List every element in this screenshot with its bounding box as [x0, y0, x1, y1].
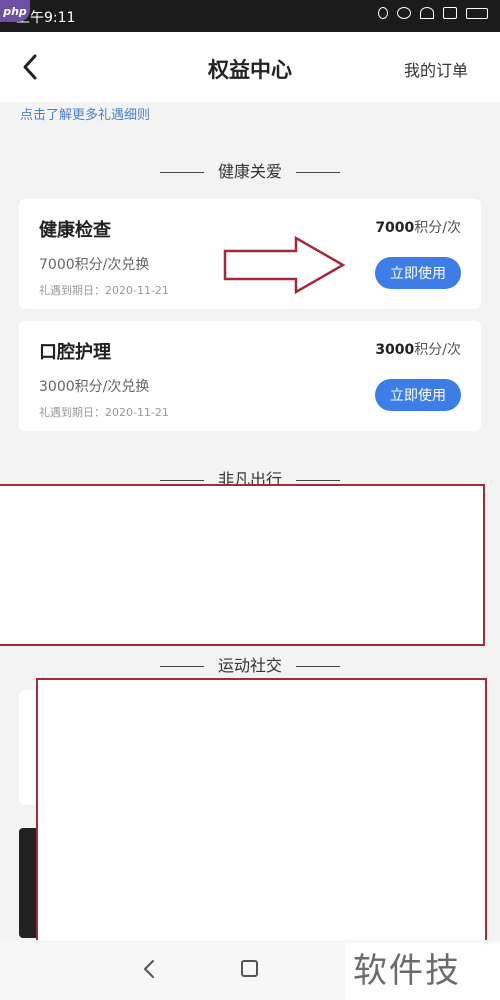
bluetooth-icon: [378, 7, 388, 19]
rules-link[interactable]: 点击了解更多礼遇细则: [20, 104, 150, 123]
status-icons: [378, 7, 488, 19]
card-points-unit: 积分/次: [414, 220, 461, 236]
section-title-sports: 运动社交: [0, 652, 500, 676]
card-points-unit: 积分/次: [414, 342, 461, 358]
card-points: 7000积分/次: [375, 217, 461, 237]
nav-back-icon[interactable]: [140, 958, 160, 980]
php-logo: php: [0, 0, 30, 22]
annotation-arrow-icon: [223, 235, 346, 295]
alarm-icon: [397, 7, 411, 19]
use-now-button[interactable]: 立即使用: [375, 379, 461, 411]
watermark-text: 软件技巧: [345, 943, 500, 1000]
redaction-box: [0, 484, 485, 646]
wifi-icon: [420, 7, 434, 19]
use-now-button[interactable]: 立即使用: [375, 257, 461, 289]
section-title-health: 健康关爱: [0, 158, 500, 182]
status-bar: 上午9:11: [0, 0, 500, 32]
card-expire-date: 礼遇到期日：2020-11-21: [39, 406, 169, 419]
my-orders-link[interactable]: 我的订单: [404, 57, 468, 81]
card-points-number: 3000: [375, 342, 415, 358]
card-name: 口腔护理: [39, 342, 111, 363]
card-points: 3000积分/次: [375, 339, 461, 359]
card-name: 健康检查: [39, 220, 111, 241]
benefit-card: 口腔护理 3000积分/次 3000积分/次兑换 礼遇到期日：2020-11-2…: [19, 321, 481, 431]
redaction-box: [36, 678, 487, 954]
card-points-number: 7000: [375, 220, 415, 236]
signal-icon: [443, 7, 457, 19]
card-exchange-rate: 7000积分/次兑换: [39, 257, 150, 273]
card-expire-date: 礼遇到期日：2020-11-21: [39, 284, 169, 297]
nav-home-icon[interactable]: [241, 960, 258, 977]
battery-icon: [466, 7, 488, 19]
card-exchange-rate: 3000积分/次兑换: [39, 379, 150, 395]
header: 权益中心 我的订单: [0, 32, 500, 102]
